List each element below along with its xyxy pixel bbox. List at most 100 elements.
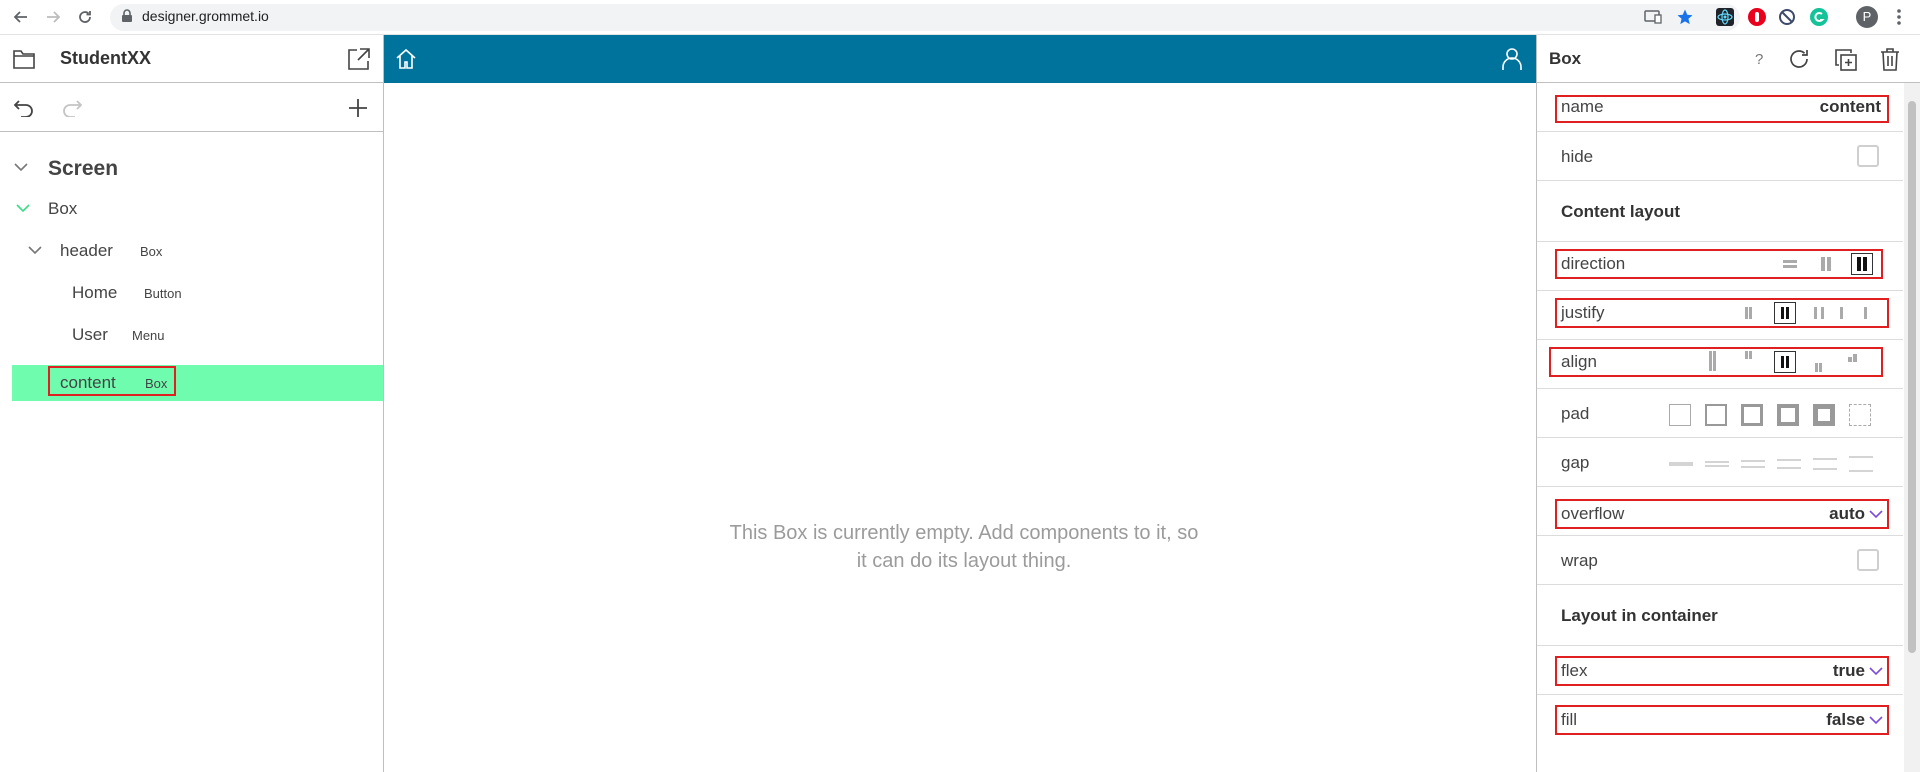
prop-align-row[interactable]: align [1537, 340, 1903, 389]
gap-options[interactable] [1667, 456, 1877, 472]
tree-item-content[interactable]: content Box [12, 365, 383, 401]
prop-flex-row[interactable]: flex true [1537, 646, 1903, 695]
flex-select-value[interactable]: true [1833, 661, 1865, 681]
chevron-down-icon[interactable] [1869, 715, 1883, 725]
properties-scrollbar[interactable] [1904, 83, 1920, 772]
block-extension-icon[interactable] [1778, 8, 1796, 26]
react-devtools-icon[interactable] [1716, 8, 1734, 26]
cast-icon[interactable] [1642, 6, 1664, 28]
folder-icon[interactable] [12, 47, 36, 71]
prop-hide-row[interactable]: hide [1537, 132, 1903, 181]
tree-type: Box [140, 244, 163, 259]
section-content-layout: Content layout [1537, 181, 1903, 242]
tree-item-box[interactable]: Box [0, 191, 383, 225]
design-canvas[interactable]: This Box is currently empty. Add compone… [384, 35, 1536, 772]
justify-end-option[interactable] [1853, 305, 1871, 321]
align-center-option[interactable] [1774, 351, 1796, 373]
reset-icon[interactable] [1787, 47, 1811, 71]
help-button[interactable]: ? [1755, 51, 1763, 68]
chevron-down-icon[interactable] [16, 203, 30, 213]
pad-large-option[interactable] [1813, 404, 1835, 426]
prop-wrap-row[interactable]: wrap [1537, 536, 1903, 585]
tree-label: content [60, 373, 116, 392]
prop-label: gap [1561, 453, 1590, 472]
direction-row-reverse-option[interactable] [1851, 253, 1873, 275]
browser-menu-icon[interactable] [1888, 6, 1910, 28]
empty-message-line2: it can do its layout thing. [856, 550, 1072, 572]
prop-justify-row[interactable]: justify [1537, 291, 1903, 340]
tree-item-user[interactable]: User Menu [0, 317, 383, 351]
empty-box-message: This Box is currently empty. Add compone… [684, 519, 1244, 575]
justify-center-option[interactable] [1774, 302, 1796, 324]
pad-none-option[interactable] [1669, 404, 1691, 426]
hide-checkbox[interactable] [1857, 145, 1879, 167]
direction-column-option[interactable] [1817, 256, 1835, 272]
prop-overflow-row[interactable]: overflow auto [1537, 487, 1903, 536]
prop-label: overflow [1561, 504, 1625, 523]
grammarly-icon[interactable] [1810, 8, 1828, 26]
prop-gap-row[interactable]: gap [1537, 438, 1903, 487]
justify-start-option[interactable] [1741, 305, 1759, 321]
section-title: Content layout [1561, 202, 1680, 221]
pad-medium-option[interactable] [1777, 404, 1799, 426]
chevron-down-icon[interactable] [28, 245, 42, 255]
align-baseline-option[interactable] [1844, 350, 1862, 366]
align-end-option[interactable] [1810, 358, 1828, 374]
direction-row-option[interactable] [1781, 256, 1799, 272]
scrollbar-thumb[interactable] [1908, 101, 1916, 653]
chevron-down-icon[interactable] [1869, 509, 1883, 519]
prop-label: justify [1561, 303, 1605, 322]
tree-type: Box [145, 376, 168, 391]
chevron-down-icon[interactable] [14, 162, 28, 172]
tree-item-home[interactable]: Home Button [0, 275, 383, 309]
left-panel-header: StudentXX [0, 35, 383, 83]
prop-name-row[interactable]: name content [1537, 83, 1903, 132]
tree-label: header [60, 241, 113, 260]
trash-icon[interactable] [1877, 46, 1903, 72]
pad-small-option[interactable] [1741, 404, 1763, 426]
fill-select-value[interactable]: false [1826, 710, 1865, 730]
prop-fill-row[interactable]: fill false [1537, 695, 1903, 744]
prop-label: direction [1561, 254, 1626, 273]
empty-message-line1: This Box is currently empty. Add compone… [729, 522, 1199, 544]
add-icon[interactable] [346, 96, 370, 120]
align-stretch-option[interactable] [1704, 351, 1722, 371]
tree-label: Screen [48, 157, 119, 180]
undo-icon[interactable] [12, 96, 36, 120]
adblock-icon[interactable] [1748, 8, 1766, 26]
section-layout-in-container: Layout in container [1537, 585, 1903, 646]
align-start-option[interactable] [1740, 350, 1758, 366]
profile-avatar[interactable]: P [1856, 6, 1878, 28]
back-icon[interactable] [10, 6, 32, 28]
tree-item-header[interactable]: header Box [0, 233, 383, 267]
prop-label: align [1561, 352, 1597, 371]
bookmark-star-icon[interactable] [1674, 6, 1696, 28]
tree-item-screen[interactable]: Screen [0, 148, 383, 188]
wrap-checkbox[interactable] [1857, 549, 1879, 571]
user-icon[interactable] [1500, 46, 1524, 72]
redo-icon[interactable] [60, 96, 84, 120]
justify-between-option[interactable] [1811, 305, 1829, 321]
forward-icon[interactable] [42, 6, 64, 28]
canvas-header-bar[interactable] [384, 35, 1536, 83]
prop-label: wrap [1561, 551, 1598, 570]
prop-direction-row[interactable]: direction [1537, 242, 1903, 291]
name-input[interactable]: content [1820, 97, 1881, 117]
reload-icon[interactable] [74, 6, 96, 28]
prop-label: fill [1561, 710, 1578, 729]
address-bar[interactable] [110, 4, 1740, 31]
pad-custom-option[interactable] [1849, 404, 1871, 426]
share-external-icon[interactable] [346, 46, 372, 72]
pad-xsmall-option[interactable] [1705, 404, 1727, 426]
properties-header: Box ? [1537, 35, 1920, 83]
structure-panel: StudentXX Screen Box header Box Home But… [0, 35, 384, 772]
prop-pad-row[interactable]: pad [1537, 389, 1903, 438]
home-icon[interactable] [394, 47, 418, 71]
chevron-down-icon[interactable] [1869, 666, 1883, 676]
prop-label: flex [1561, 661, 1588, 680]
overflow-select-value[interactable]: auto [1829, 504, 1865, 524]
prop-label: name [1561, 97, 1604, 116]
tree-type: Button [144, 286, 182, 301]
justify-around-option[interactable] [1835, 305, 1853, 321]
duplicate-icon[interactable] [1833, 47, 1859, 73]
